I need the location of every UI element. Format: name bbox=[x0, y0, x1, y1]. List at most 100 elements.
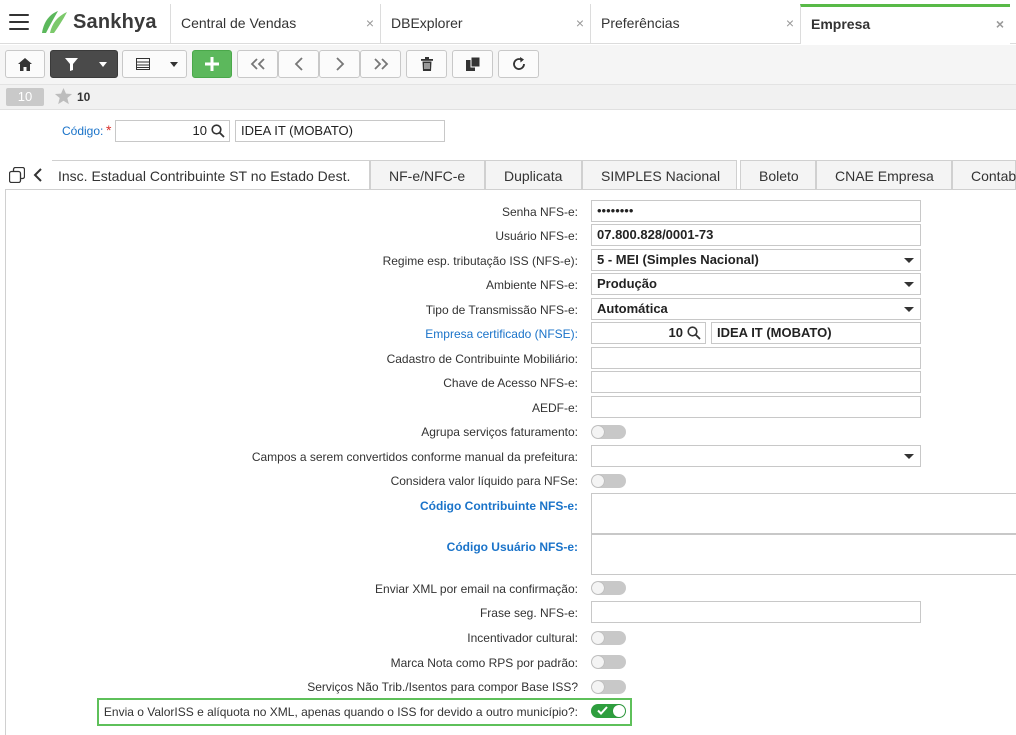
toggle-knob bbox=[592, 656, 604, 668]
tipo-select[interactable]: Automática bbox=[591, 298, 921, 320]
ambiente-label: Ambiente NFS-e: bbox=[485, 278, 578, 292]
usuario-input[interactable]: 07.800.828/0001-73 bbox=[591, 224, 921, 246]
close-icon[interactable]: × bbox=[366, 4, 374, 42]
servicos-toggle[interactable] bbox=[591, 680, 626, 694]
duplicate-button[interactable] bbox=[452, 50, 493, 78]
considera-label: Considera valor líquido para NFSe: bbox=[390, 474, 578, 488]
star-icon[interactable] bbox=[54, 87, 73, 106]
next-record-button[interactable] bbox=[319, 50, 360, 78]
tab-empresa[interactable]: Empresa × bbox=[800, 4, 1010, 44]
chevron-down-icon[interactable] bbox=[99, 61, 107, 67]
refresh-button[interactable] bbox=[498, 50, 539, 78]
plus-icon bbox=[205, 57, 219, 71]
search-icon[interactable] bbox=[211, 124, 225, 138]
record-index-badge: 10 bbox=[6, 88, 44, 106]
delete-button[interactable] bbox=[406, 50, 447, 78]
check-icon bbox=[597, 706, 608, 715]
chave-label: Chave de Acesso NFS-e: bbox=[443, 376, 578, 390]
cod-usuario-textarea[interactable] bbox=[591, 534, 1016, 575]
cadastro-input[interactable] bbox=[591, 347, 921, 369]
home-button[interactable] bbox=[5, 50, 45, 78]
close-icon[interactable]: × bbox=[996, 7, 1004, 41]
chevron-left-icon[interactable] bbox=[32, 167, 44, 183]
next-icon bbox=[335, 57, 344, 71]
subtab-insc-estadual[interactable]: Insc. Estadual Contribuinte ST no Estado… bbox=[52, 160, 370, 190]
cod-contrib-textarea[interactable] bbox=[591, 493, 1016, 534]
ambiente-value: Produção bbox=[597, 276, 657, 291]
regime-label: Regime esp. tributação ISS (NFS-e): bbox=[382, 254, 578, 268]
frase-label: Frase seg. NFS-e: bbox=[479, 606, 578, 620]
caret-down-icon bbox=[904, 282, 914, 287]
close-icon[interactable]: × bbox=[786, 4, 794, 42]
tab-dbexplorer[interactable]: DBExplorer × bbox=[380, 4, 590, 44]
marca-nota-label: Marca Nota como RPS por padrão: bbox=[390, 656, 578, 670]
subtab-duplicata[interactable]: Duplicata bbox=[485, 160, 582, 190]
add-button[interactable] bbox=[192, 50, 232, 78]
subtab-boleto[interactable]: Boleto bbox=[740, 160, 816, 190]
tab-label: Central de Vendas bbox=[181, 15, 297, 31]
toggle-knob bbox=[613, 705, 625, 717]
close-icon[interactable]: × bbox=[576, 4, 584, 42]
tab-label: Empresa bbox=[811, 16, 871, 32]
trash-icon bbox=[420, 57, 433, 71]
grid-view-button[interactable] bbox=[122, 50, 187, 78]
menu-icon[interactable] bbox=[9, 14, 29, 30]
filter-button[interactable] bbox=[50, 50, 118, 78]
record-number: 10 bbox=[77, 90, 91, 104]
subtab-nfe-nfce[interactable]: NF-e/NFC-e bbox=[370, 160, 485, 190]
toggle-knob bbox=[592, 681, 604, 693]
grid-icon bbox=[136, 58, 150, 70]
caret-down-icon bbox=[904, 307, 914, 312]
marca-nota-toggle[interactable] bbox=[591, 655, 626, 669]
clone-icon[interactable] bbox=[9, 167, 25, 183]
codigo-label: Código: bbox=[62, 124, 104, 138]
ambiente-select[interactable]: Produção bbox=[591, 273, 921, 295]
brand-name: Sankhya bbox=[73, 10, 157, 33]
enviar-xml-label: Enviar XML por email na confirmação: bbox=[375, 582, 578, 596]
frase-input[interactable] bbox=[591, 601, 921, 623]
empresa-cert-code-input[interactable]: 10 bbox=[591, 322, 706, 344]
cod-contrib-label[interactable]: Código Contribuinte NFS-e: bbox=[420, 499, 578, 513]
cadastro-label: Cadastro de Contribuinte Mobiliário: bbox=[386, 352, 578, 366]
tab-label: Preferências bbox=[601, 15, 680, 31]
incentivador-label: Incentivador cultural: bbox=[467, 631, 578, 645]
toggle-knob bbox=[592, 426, 604, 438]
subtab-simples-nacional[interactable]: SIMPLES Nacional bbox=[582, 160, 737, 190]
senha-value: •••••••• bbox=[597, 203, 634, 218]
toolbar bbox=[0, 45, 1016, 85]
search-icon[interactable] bbox=[687, 326, 701, 340]
usuario-label: Usuário NFS-e: bbox=[495, 229, 578, 243]
empresa-cert-name: IDEA IT (MOBATO) bbox=[717, 325, 832, 340]
tipo-label: Tipo de Transmissão NFS-e: bbox=[425, 303, 578, 317]
cod-usuario-label[interactable]: Código Usuário NFS-e: bbox=[447, 540, 578, 554]
empresa-cert-name-field: IDEA IT (MOBATO) bbox=[711, 322, 921, 344]
subtab-cnae-empresa[interactable]: CNAE Empresa bbox=[816, 160, 952, 190]
codigo-name-field: IDEA IT (MOBATO) bbox=[235, 120, 445, 142]
toggle-knob bbox=[592, 475, 604, 487]
empresa-cert-label[interactable]: Empresa certificado (NFSE): bbox=[425, 327, 578, 341]
aedf-label: AEDF-e: bbox=[531, 401, 578, 415]
subtab-contab[interactable]: Contab bbox=[952, 160, 1016, 190]
senha-input[interactable]: •••••••• bbox=[591, 200, 921, 222]
first-record-button[interactable] bbox=[237, 50, 278, 78]
agrupa-toggle[interactable] bbox=[591, 425, 626, 439]
campos-select[interactable] bbox=[591, 445, 921, 467]
codigo-input[interactable]: 10 bbox=[115, 120, 230, 142]
chave-input[interactable] bbox=[591, 371, 921, 393]
regime-select[interactable]: 5 - MEI (Simples Nacional) bbox=[591, 249, 921, 271]
envia-valor-toggle[interactable] bbox=[591, 704, 626, 718]
enviar-xml-toggle[interactable] bbox=[591, 581, 626, 595]
previous-record-button[interactable] bbox=[278, 50, 319, 78]
tab-central-de-vendas[interactable]: Central de Vendas × bbox=[170, 4, 380, 44]
chevron-down-icon[interactable] bbox=[170, 61, 178, 67]
codigo-value: 10 bbox=[192, 123, 207, 138]
agrupa-label: Agrupa serviços faturamento: bbox=[421, 425, 578, 439]
aedf-input[interactable] bbox=[591, 396, 921, 418]
tab-preferencias[interactable]: Preferências × bbox=[590, 4, 800, 44]
last-record-button[interactable] bbox=[360, 50, 401, 78]
toggle-knob bbox=[592, 632, 604, 644]
incentivador-toggle[interactable] bbox=[591, 631, 626, 645]
filter-icon bbox=[65, 57, 78, 71]
considera-toggle[interactable] bbox=[591, 474, 626, 488]
record-bar: 10 10 bbox=[0, 85, 1016, 110]
